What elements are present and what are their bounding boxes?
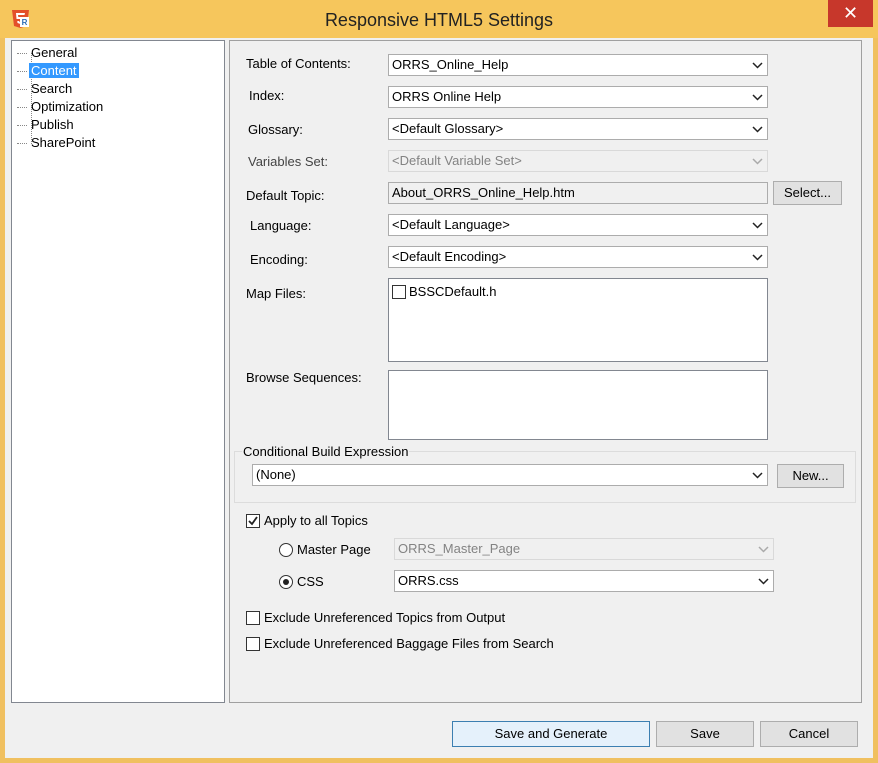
map-file-checkbox[interactable] bbox=[392, 285, 406, 299]
chevron-down-icon bbox=[757, 539, 769, 559]
new-expression-button[interactable]: New... bbox=[777, 464, 844, 488]
apply-all-topics-checkbox[interactable] bbox=[246, 514, 260, 528]
chevron-down-icon bbox=[751, 119, 763, 139]
exclude-topics-label: Exclude Unreferenced Topics from Output bbox=[264, 610, 506, 625]
exclude-baggage-label: Exclude Unreferenced Baggage Files from … bbox=[264, 636, 554, 651]
glossary-dropdown[interactable]: <Default Glossary> bbox=[388, 118, 768, 140]
map-files-label: Map Files: bbox=[246, 286, 306, 301]
index-dropdown[interactable]: ORRS Online Help bbox=[388, 86, 768, 108]
map-files-list[interactable]: BSSCDefault.h bbox=[388, 278, 768, 362]
css-radio[interactable] bbox=[279, 575, 293, 589]
close-icon: ✕ bbox=[842, 3, 859, 23]
tree-item-content[interactable]: Content bbox=[17, 62, 79, 80]
chevron-down-icon bbox=[757, 571, 769, 591]
conditional-build-label: Conditional Build Expression bbox=[242, 444, 410, 459]
tree-item-sharepoint[interactable]: SharePoint bbox=[17, 134, 97, 152]
tree-item-search[interactable]: Search bbox=[17, 80, 74, 98]
conditional-build-dropdown[interactable]: (None) bbox=[252, 464, 768, 486]
default-topic-field[interactable]: About_ORRS_Online_Help.htm bbox=[388, 182, 768, 204]
content-settings-panel: Table of Contents: ORRS_Online_Help Inde… bbox=[229, 40, 862, 703]
browse-sequences-list[interactable] bbox=[388, 370, 768, 440]
variables-set-label: Variables Set: bbox=[248, 154, 328, 169]
chevron-down-icon bbox=[751, 87, 763, 107]
chevron-down-icon bbox=[751, 247, 763, 267]
tree-item-general[interactable]: General bbox=[17, 44, 79, 62]
tree-item-optimization[interactable]: Optimization bbox=[17, 98, 105, 116]
cancel-button[interactable]: Cancel bbox=[760, 721, 858, 747]
apply-all-topics-label: Apply to all Topics bbox=[264, 513, 368, 528]
language-dropdown[interactable]: <Default Language> bbox=[388, 214, 768, 236]
settings-window: R Responsive HTML5 Settings ✕ General Co… bbox=[0, 0, 878, 763]
css-label: CSS bbox=[297, 574, 324, 589]
language-label: Language: bbox=[250, 218, 312, 233]
tree-item-publish[interactable]: Publish bbox=[17, 116, 76, 134]
master-page-dropdown: ORRS_Master_Page bbox=[394, 538, 774, 560]
exclude-baggage-checkbox[interactable] bbox=[246, 637, 260, 651]
glossary-label: Glossary: bbox=[248, 122, 303, 137]
variables-set-dropdown: <Default Variable Set> bbox=[388, 150, 768, 172]
browse-sequences-label: Browse Sequences: bbox=[246, 370, 362, 385]
toc-dropdown[interactable]: ORRS_Online_Help bbox=[388, 54, 768, 76]
index-label: Index: bbox=[249, 88, 285, 103]
exclude-topics-checkbox[interactable] bbox=[246, 611, 260, 625]
checkmark-icon bbox=[248, 516, 258, 526]
close-button[interactable]: ✕ bbox=[828, 0, 873, 27]
select-topic-button[interactable]: Select... bbox=[773, 181, 842, 205]
window-title: Responsive HTML5 Settings bbox=[324, 10, 554, 30]
toc-label: Table of Contents: bbox=[246, 56, 351, 71]
css-dropdown[interactable]: ORRS.css bbox=[394, 570, 774, 592]
map-file-label: BSSCDefault.h bbox=[409, 284, 497, 299]
title-bar[interactable]: R Responsive HTML5 Settings ✕ bbox=[0, 0, 878, 38]
chevron-down-icon bbox=[751, 215, 763, 235]
encoding-label: Encoding: bbox=[250, 252, 308, 267]
settings-tree: General Content Search Optimization Publ… bbox=[11, 40, 225, 703]
save-button[interactable]: Save bbox=[656, 721, 754, 747]
save-and-generate-button[interactable]: Save and Generate bbox=[452, 721, 650, 747]
master-page-radio[interactable] bbox=[279, 543, 293, 557]
chevron-down-icon bbox=[751, 465, 763, 485]
chevron-down-icon bbox=[751, 151, 763, 171]
chevron-down-icon bbox=[751, 55, 763, 75]
default-topic-label: Default Topic: bbox=[246, 188, 325, 203]
master-page-label: Master Page bbox=[297, 542, 371, 557]
dialog-client: General Content Search Optimization Publ… bbox=[5, 38, 873, 758]
encoding-dropdown[interactable]: <Default Encoding> bbox=[388, 246, 768, 268]
